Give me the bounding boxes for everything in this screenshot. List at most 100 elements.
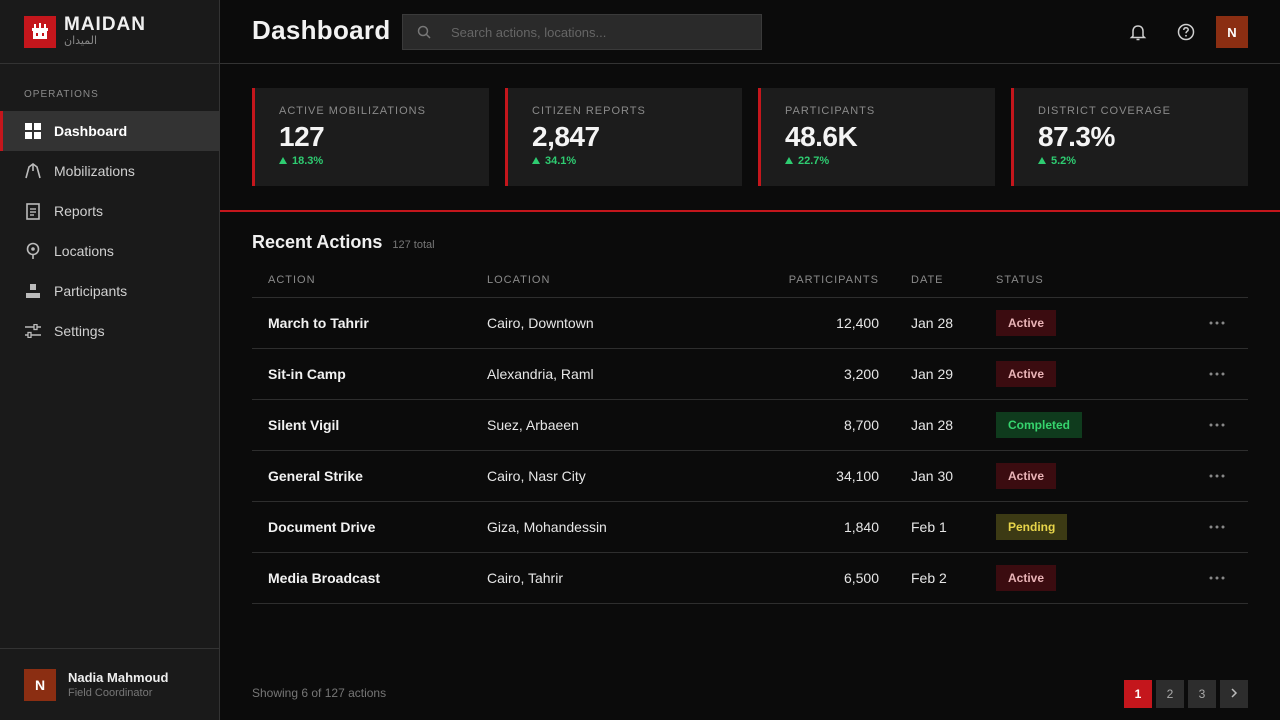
pagination: 1 2 3 xyxy=(1124,680,1248,708)
search-icon xyxy=(417,25,431,39)
action-location: Giza, Mohandessin xyxy=(487,519,607,535)
section-divider xyxy=(220,210,1280,212)
action-name: Sit-in Camp xyxy=(268,366,346,382)
search-input[interactable] xyxy=(451,24,741,40)
kpi-value: 48.6K xyxy=(785,121,858,152)
column-header-date[interactable]: DATE xyxy=(879,274,996,286)
user-role: Field Coordinator xyxy=(68,686,153,699)
kpi-value: 87.3% xyxy=(1038,121,1115,152)
action-name: March to Tahrir xyxy=(268,315,369,331)
kpi-label: PARTICIPANTS xyxy=(785,105,876,117)
action-date: Jan 29 xyxy=(911,366,954,382)
action-participants: 8,700 xyxy=(843,417,879,433)
column-header-participants[interactable]: PARTICIPANTS xyxy=(769,274,879,286)
kpi-delta: 5.2% xyxy=(1038,154,1248,168)
sidebar-nav: Dashboard Mobilizations Reports Location… xyxy=(0,111,219,351)
kpi-value: 127 xyxy=(279,121,325,152)
action-date: Jan 30 xyxy=(911,468,954,484)
action-participants: 1,840 xyxy=(843,519,879,535)
status-badge: Active xyxy=(996,310,1057,336)
document-icon xyxy=(24,202,42,220)
sidebar-item-locations[interactable]: Locations xyxy=(0,231,219,271)
sidebar-item-reports[interactable]: Reports xyxy=(0,191,219,231)
sidebar-item-mobilizations[interactable]: Mobilizations xyxy=(0,151,219,191)
sliders-icon xyxy=(24,322,42,340)
status-badge: Active xyxy=(996,565,1057,591)
action-date: Feb 2 xyxy=(911,570,947,586)
table-row[interactable]: General Strike Cairo, Nasr City 34,100 Jan … xyxy=(252,451,1248,502)
action-date: Jan 28 xyxy=(911,315,954,331)
person-icon xyxy=(24,282,42,300)
column-header-action[interactable]: ACTION xyxy=(252,274,487,286)
notification-bell-icon[interactable] xyxy=(1128,22,1148,42)
status-badge: Active xyxy=(996,463,1057,489)
table-row[interactable]: Media Broadcast Cairo, Tahrir 6,500 Feb 2 Ac… xyxy=(252,553,1248,604)
action-participants: 3,200 xyxy=(843,366,879,382)
next-page-button[interactable] xyxy=(1220,680,1248,708)
column-header-status[interactable]: STATUS xyxy=(996,274,1186,286)
action-name: General Strike xyxy=(268,468,363,484)
sidebar-item-settings[interactable]: Settings xyxy=(0,311,219,351)
recent-actions-table: ACTION LOCATION PARTICIPANTS DATE STATUS… xyxy=(252,262,1248,604)
sidebar-item-label: Participants xyxy=(54,283,128,299)
kpi-delta: 18.3% xyxy=(279,154,489,168)
march-icon xyxy=(24,162,42,180)
page-button-1[interactable]: 1 xyxy=(1124,680,1152,708)
search-bar[interactable] xyxy=(402,14,762,50)
pagination-summary: Showing 6 of 127 actions xyxy=(252,686,387,700)
avatar: N xyxy=(24,668,56,701)
more-options-icon[interactable] xyxy=(1207,317,1227,329)
action-location: Cairo, Tahrir xyxy=(487,570,563,586)
more-options-icon[interactable] xyxy=(1207,470,1227,482)
trend-up-icon xyxy=(785,157,793,164)
brand-name: MAIDAN xyxy=(64,14,146,35)
kpi-delta: 22.7% xyxy=(785,154,995,168)
map-pin-icon xyxy=(24,242,42,260)
action-location: Cairo, Downtown xyxy=(487,315,594,331)
trend-up-icon xyxy=(1038,157,1046,164)
action-location: Suez, Arbaeen xyxy=(487,417,579,433)
action-participants: 12,400 xyxy=(836,315,879,331)
sidebar-item-label: Locations xyxy=(54,243,114,259)
sidebar-item-participants[interactable]: Participants xyxy=(0,271,219,311)
sidebar-item-label: Reports xyxy=(54,203,104,219)
page-button-2[interactable]: 2 xyxy=(1156,680,1184,708)
more-options-icon[interactable] xyxy=(1207,419,1227,431)
table-row[interactable]: March to Tahrir Cairo, Downtown 12,400 Jan … xyxy=(252,298,1248,349)
table-header: ACTION LOCATION PARTICIPANTS DATE STATUS xyxy=(252,262,1248,298)
kpi-label: DISTRICT COVERAGE xyxy=(1038,105,1171,117)
kpi-card-district-coverage[interactable]: DISTRICT COVERAGE 87.3% 5.2% xyxy=(1011,88,1248,186)
user-profile[interactable]: N Nadia Mahmoud Field Coordinator xyxy=(0,648,219,720)
page-button-3[interactable]: 3 xyxy=(1188,680,1216,708)
table-row[interactable]: Silent Vigil Suez, Arbaeen 8,700 Jan 28 Comp… xyxy=(252,400,1248,451)
kpi-card-citizen-reports[interactable]: CITIZEN REPORTS 2,847 34.1% xyxy=(505,88,742,186)
table-row[interactable]: Document Drive Giza, Mohandessin 1,840 Feb … xyxy=(252,502,1248,553)
column-header-location[interactable]: LOCATION xyxy=(487,274,769,286)
help-icon[interactable] xyxy=(1176,22,1196,42)
user-name: Nadia Mahmoud xyxy=(68,669,169,685)
recent-actions-header: Recent Actions 127 total xyxy=(252,232,435,253)
brand[interactable]: MAIDAN الميدان xyxy=(0,0,219,64)
action-name: Silent Vigil xyxy=(268,417,340,433)
kpi-delta: 34.1% xyxy=(532,154,742,168)
more-options-icon[interactable] xyxy=(1207,572,1227,584)
table-row[interactable]: Sit-in Camp Alexandria, Raml 3,200 Jan 29 Ac… xyxy=(252,349,1248,400)
more-options-icon[interactable] xyxy=(1207,521,1227,533)
brand-logo-icon xyxy=(24,15,56,48)
action-participants: 6,500 xyxy=(843,570,879,586)
chevron-right-icon xyxy=(1230,687,1238,701)
more-options-icon[interactable] xyxy=(1207,368,1227,380)
header-avatar[interactable]: N xyxy=(1216,16,1248,48)
kpi-label: ACTIVE MOBILIZATIONS xyxy=(279,105,426,117)
status-badge: Active xyxy=(996,361,1057,387)
kpi-card-participants[interactable]: PARTICIPANTS 48.6K 22.7% xyxy=(758,88,995,186)
kpi-card-active-mobilizations[interactable]: ACTIVE MOBILIZATIONS 127 18.3% xyxy=(252,88,489,186)
sidebar-item-label: Mobilizations xyxy=(54,163,135,179)
top-header: Dashboard N xyxy=(220,0,1280,64)
status-badge: Completed xyxy=(996,412,1083,438)
sidebar-item-dashboard[interactable]: Dashboard xyxy=(0,111,219,151)
section-count: 127 total xyxy=(392,239,435,251)
kpi-value: 2,847 xyxy=(532,121,600,152)
status-badge: Pending xyxy=(996,514,1068,540)
action-name: Media Broadcast xyxy=(268,570,381,586)
